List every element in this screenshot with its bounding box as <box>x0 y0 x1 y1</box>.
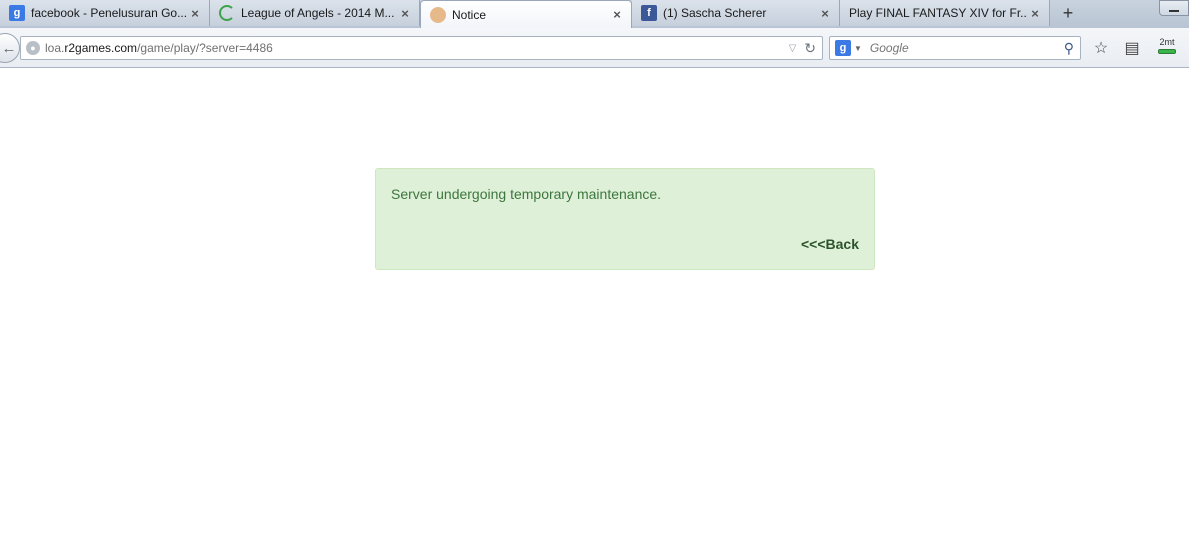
google-icon[interactable]: g <box>835 40 851 56</box>
google-icon: g <box>9 5 25 21</box>
tab-title: Notice <box>452 7 487 22</box>
tab-title: (1) Sascha Scherer <box>663 6 767 20</box>
close-tab-icon[interactable]: × <box>609 7 625 23</box>
bookmark-star-icon[interactable]: ☆ <box>1091 38 1111 58</box>
search-icon[interactable]: ⚲ <box>1064 40 1074 57</box>
loading-spinner-icon <box>219 5 235 21</box>
tab-facebook-search[interactable]: g facebook - Penelusuran Go... × <box>0 0 210 26</box>
close-tab-icon[interactable]: × <box>817 5 833 21</box>
engine-dropdown-icon[interactable]: ▼ <box>854 44 862 53</box>
tab-title: facebook - Penelusuran Go... <box>31 6 187 20</box>
close-tab-icon[interactable]: × <box>187 5 203 21</box>
tab-final-fantasy[interactable]: Play FINAL FANTASY XIV for Fr... × <box>840 0 1050 26</box>
maintenance-alert: Server undergoing temporary maintenance.… <box>375 168 875 270</box>
url-bar[interactable]: ● loa.r2games.com/game/play/?server=4486… <box>20 36 823 60</box>
addon-status-bar <box>1158 49 1176 54</box>
addon-2mt-button[interactable]: 2mt <box>1156 37 1178 59</box>
search-input[interactable] <box>869 41 1064 55</box>
tab-sascha-scherer[interactable]: f (1) Sascha Scherer × <box>632 0 840 26</box>
search-bar[interactable]: g ▼ ⚲ <box>829 36 1081 60</box>
tab-strip: g facebook - Penelusuran Go... × League … <box>0 0 1189 28</box>
tab-league-of-angels[interactable]: League of Angels - 2014 M... × <box>210 0 420 26</box>
bookmarks-menu-icon[interactable]: ▤ <box>1122 38 1142 58</box>
back-arrow-icon: ← <box>1 39 17 57</box>
globe-icon: ● <box>26 41 40 55</box>
reload-icon[interactable]: ↻ <box>804 40 816 57</box>
back-link[interactable]: <<<Back <box>801 236 859 252</box>
navigation-bar: ← ● loa.r2games.com/game/play/?server=44… <box>0 28 1189 68</box>
history-dropdown-icon[interactable]: ▽ <box>789 43 797 54</box>
new-tab-button[interactable]: + <box>1056 2 1080 24</box>
tab-title: Play FINAL FANTASY XIV for Fr... <box>849 6 1027 20</box>
notice-avatar-icon <box>430 6 446 23</box>
close-tab-icon[interactable]: × <box>397 5 413 21</box>
facebook-icon: f <box>641 5 657 21</box>
close-tab-icon[interactable]: × <box>1027 5 1043 21</box>
tab-notice[interactable]: Notice × <box>420 0 632 28</box>
back-button[interactable]: ← <box>0 33 20 63</box>
addon-label: 2mt <box>1159 37 1175 47</box>
tab-title: League of Angels - 2014 M... <box>241 6 395 20</box>
alert-message: Server undergoing temporary maintenance. <box>391 186 662 202</box>
minimize-window-button[interactable] <box>1159 0 1189 16</box>
url-text[interactable]: loa.r2games.com/game/play/?server=4486 <box>45 41 789 55</box>
